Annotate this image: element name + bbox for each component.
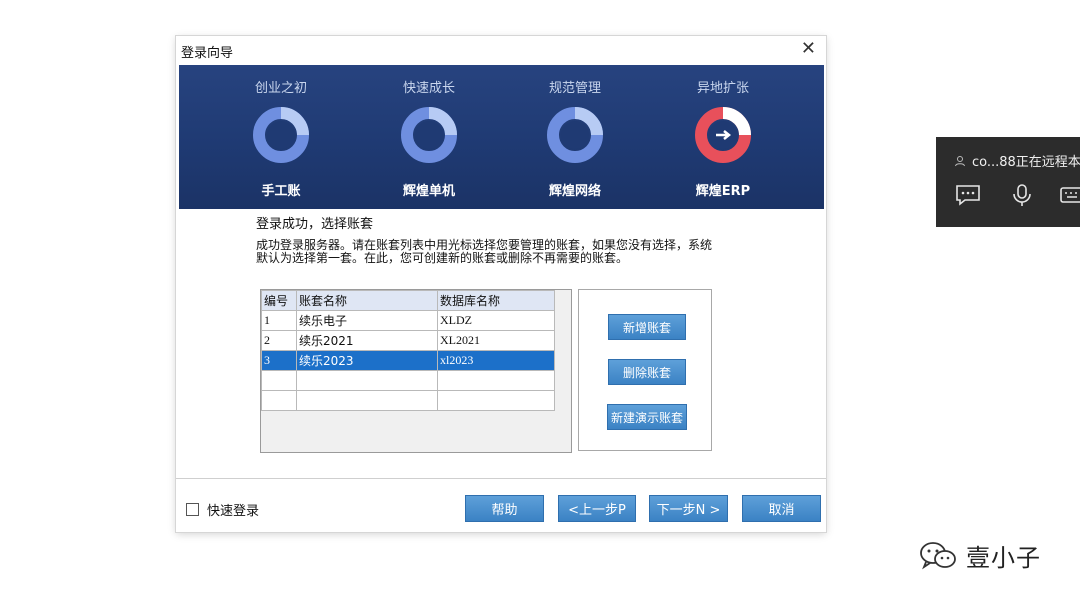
prev-button[interactable]: <上一步P	[558, 495, 636, 522]
stage-label-bottom: 辉煌网络	[548, 184, 601, 199]
cell-id: 3	[261, 350, 297, 371]
chat-icon[interactable]	[954, 183, 982, 207]
watermark-text: 壹小子	[966, 544, 1041, 572]
column-header-db[interactable]: 数据库名称	[437, 290, 555, 311]
table-row-empty[interactable]	[261, 370, 555, 391]
cell-name: 续乐2023	[296, 350, 438, 371]
active-stage-arrow-icon	[695, 107, 751, 163]
cell-id: 1	[261, 310, 297, 331]
stage-label-top: 快速成长	[402, 81, 455, 96]
cell-name: 续乐电子	[296, 310, 438, 331]
stage-label-top: 异地扩张	[696, 81, 749, 96]
login-wizard-dialog: 登录向导 ✕ 创业之初 手工账 快速成长 辉煌单机 规范管理 辉煌网络 异地扩张…	[176, 36, 826, 532]
cell-db: XLDZ	[437, 310, 555, 331]
remote-user-status: co...88正在远程本	[954, 151, 1080, 170]
table-row[interactable]: 2 续乐2021 XL2021	[261, 330, 555, 351]
quick-login-label: 快速登录	[207, 504, 260, 519]
page-heading: 登录成功，选择账套	[256, 217, 374, 232]
stage-label-bottom: 辉煌单机	[402, 184, 455, 199]
stage-label-top: 规范管理	[548, 81, 601, 96]
stage-label-bottom: 手工账	[261, 184, 301, 199]
account-set-grid: 编号 账套名称 数据库名称 1 续乐电子 XLDZ 2 续乐2021 XL202…	[261, 290, 555, 411]
user-icon	[955, 155, 965, 166]
column-header-name[interactable]: 账套名称	[296, 290, 438, 311]
help-button[interactable]: 帮助	[465, 495, 544, 522]
stage-standard: 规范管理 辉煌网络	[515, 65, 635, 209]
stage-label-bottom: 辉煌ERP	[695, 184, 751, 199]
quick-login-option[interactable]: 快速登录	[186, 500, 259, 519]
table-header-row: 编号 账套名称 数据库名称	[261, 290, 555, 311]
stage-expansion: 异地扩张 辉煌ERP	[663, 65, 783, 209]
cell-name: 续乐2021	[296, 330, 438, 351]
watermark: 壹小子	[918, 538, 1041, 573]
close-icon[interactable]: ✕	[801, 39, 816, 59]
stage-startup: 创业之初 手工账	[221, 65, 341, 209]
account-set-table[interactable]: 编号 账套名称 数据库名称 1 续乐电子 XLDZ 2 续乐2021 XL202…	[260, 289, 572, 453]
microphone-icon[interactable]	[1008, 183, 1036, 207]
progress-ring-icon	[401, 107, 457, 163]
add-account-set-button[interactable]: 新增账套	[608, 314, 686, 340]
footer-divider	[176, 478, 826, 479]
stage-growth: 快速成长 辉煌单机	[369, 65, 489, 209]
intro-text: 成功登录服务器。请在账套列表中用光标选择您要管理的账套，如果您没有选择，系统默认…	[256, 238, 713, 265]
stage-label-top: 创业之初	[254, 81, 307, 96]
cell-db: xl2023	[437, 350, 555, 371]
table-row-empty[interactable]	[261, 390, 555, 411]
table-row[interactable]: 1 续乐电子 XLDZ	[261, 310, 555, 331]
progress-ring-icon	[547, 107, 603, 163]
table-row-selected[interactable]: 3 续乐2023 xl2023	[261, 350, 555, 371]
remote-session-toolbar: co...88正在远程本	[936, 137, 1080, 227]
create-demo-account-set-button[interactable]: 新建演示账套	[607, 404, 687, 430]
keyboard-icon[interactable]	[1058, 183, 1080, 207]
growth-banner: 创业之初 手工账 快速成长 辉煌单机 规范管理 辉煌网络 异地扩张 辉煌ERP	[179, 65, 824, 209]
account-actions-panel: 新增账套 删除账套 新建演示账套	[578, 289, 712, 451]
wechat-icon	[920, 541, 956, 569]
dialog-title: 登录向导	[181, 46, 234, 61]
quick-login-checkbox[interactable]	[186, 503, 199, 516]
cell-id: 2	[261, 330, 297, 351]
column-header-id[interactable]: 编号	[261, 290, 297, 311]
cell-db: XL2021	[437, 330, 555, 351]
remote-user-text: co...88正在远程本	[972, 155, 1080, 170]
cancel-button[interactable]: 取消	[742, 495, 821, 522]
title-bar: 登录向导 ✕	[176, 36, 826, 64]
progress-ring-icon	[253, 107, 309, 163]
next-button[interactable]: 下一步N >	[649, 495, 728, 522]
delete-account-set-button[interactable]: 删除账套	[608, 359, 686, 385]
